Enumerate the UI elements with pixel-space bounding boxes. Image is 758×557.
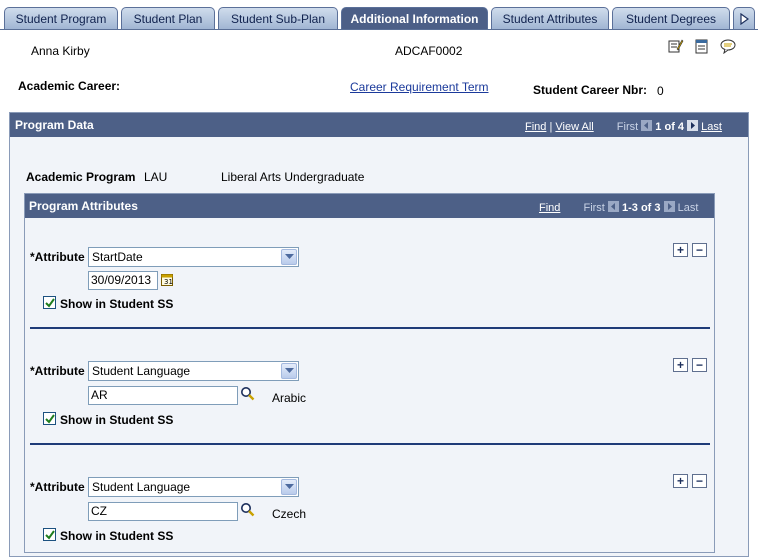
nav-separator: | [549,121,553,133]
tab-student-program[interactable]: Student Program [4,7,118,30]
search-icon[interactable] [240,502,255,520]
tab-student-plan[interactable]: Student Plan [121,7,215,30]
program-data-first-label: First [616,121,639,133]
row-divider [30,443,710,445]
program-attributes-title: Program Attributes [29,199,138,213]
academic-career-label: Academic Career: [18,79,121,93]
student-id: ADCAF0002 [395,44,463,58]
add-row-button[interactable]: + [673,358,688,372]
calendar-icon[interactable]: 31 [161,273,174,289]
career-requirement-term-link[interactable]: Career Requirement Term [350,80,489,94]
chevron-down-icon[interactable] [281,363,297,379]
academic-program-desc: Liberal Arts Undergraduate [221,170,365,184]
academic-program-code: LAU [144,170,168,184]
attributes-last-label: Last [677,202,699,214]
add-row-button[interactable]: + [673,474,688,488]
row-divider [30,327,710,329]
tab-student-degrees[interactable]: Student Degrees [612,7,730,30]
show-in-student-ss-label: Show in Student SS [60,529,174,543]
attribute-label: *Attribute [30,364,85,378]
tab-student-attributes[interactable]: Student Attributes [491,7,609,30]
next-arrow-icon[interactable] [687,120,699,131]
student-career-nbr-value: 0 [657,84,664,98]
student-career-nbr-label: Student Career Nbr: [533,83,648,97]
tab-student-sub-plan[interactable]: Student Sub-Plan [218,7,338,30]
attribute-select-value: Student Language [92,480,191,494]
attributes-first-label: First [583,202,605,214]
comment-icon[interactable] [720,38,736,55]
attribute-value-date-input[interactable]: 30/09/2013 [88,271,158,290]
attribute-value-desc: Arabic [272,391,307,405]
program-attributes-panel: Program Attributes Find First 1-3 of 3 L… [24,193,715,553]
search-icon[interactable] [240,386,255,404]
attribute-value-desc: Czech [272,507,307,521]
program-data-nav: Find | View All First 1 of 4 Last [525,120,722,133]
show-in-student-ss-checkbox[interactable] [43,296,56,309]
attribute-select[interactable]: Student Language [88,477,299,497]
attributes-next-arrow-icon [663,201,675,212]
attribute-value-input[interactable]: CZ [88,502,238,521]
tab-bar: Student Program Student Plan Student Sub… [0,7,758,30]
toolbar-icons [668,38,738,56]
student-name: Anna Kirby [31,44,90,58]
program-data-panel: Program Data Find | View All First 1 of … [9,112,749,557]
remove-row-button[interactable]: − [692,474,707,488]
tab-scroll-right-icon[interactable] [733,7,755,30]
attribute-select-value: StartDate [92,250,143,264]
tab-additional-information[interactable]: Additional Information [341,7,488,30]
svg-text:31: 31 [164,278,173,286]
attribute-select[interactable]: StartDate [88,247,299,267]
program-attributes-nav: Find First 1-3 of 3 Last [539,201,698,214]
attributes-find-link[interactable]: Find [539,202,560,214]
show-in-student-ss-checkbox[interactable] [43,412,56,425]
attribute-label: *Attribute [30,480,85,494]
chevron-down-icon[interactable] [281,249,297,265]
show-in-student-ss-checkbox[interactable] [43,528,56,541]
add-row-button[interactable]: + [673,243,688,257]
program-attributes-header: Program Attributes Find First 1-3 of 3 L… [25,194,714,218]
academic-program-label: Academic Program [26,170,136,184]
attribute-label: *Attribute [30,250,85,264]
program-data-find-link[interactable]: Find [525,121,546,133]
attributes-prev-arrow-icon [607,201,619,212]
program-data-range: 1 of 4 [655,121,685,133]
attributes-range: 1-3 of 3 [621,202,661,214]
prev-arrow-icon[interactable] [641,120,653,131]
chevron-down-icon[interactable] [281,479,297,495]
edit-notes-icon[interactable] [668,38,684,54]
attribute-value-input[interactable]: AR [88,386,238,405]
program-data-header: Program Data Find | View All First 1 of … [10,113,748,137]
remove-row-button[interactable]: − [692,358,707,372]
notepad-icon[interactable] [694,38,710,54]
program-data-view-all-link[interactable]: View All [555,121,593,133]
attribute-select[interactable]: Student Language [88,361,299,381]
program-data-title: Program Data [15,118,94,132]
show-in-student-ss-label: Show in Student SS [60,297,174,311]
show-in-student-ss-label: Show in Student SS [60,413,174,427]
program-data-last-link[interactable]: Last [701,121,722,133]
tab-underline [0,29,758,32]
remove-row-button[interactable]: − [692,243,707,257]
attribute-select-value: Student Language [92,364,191,378]
